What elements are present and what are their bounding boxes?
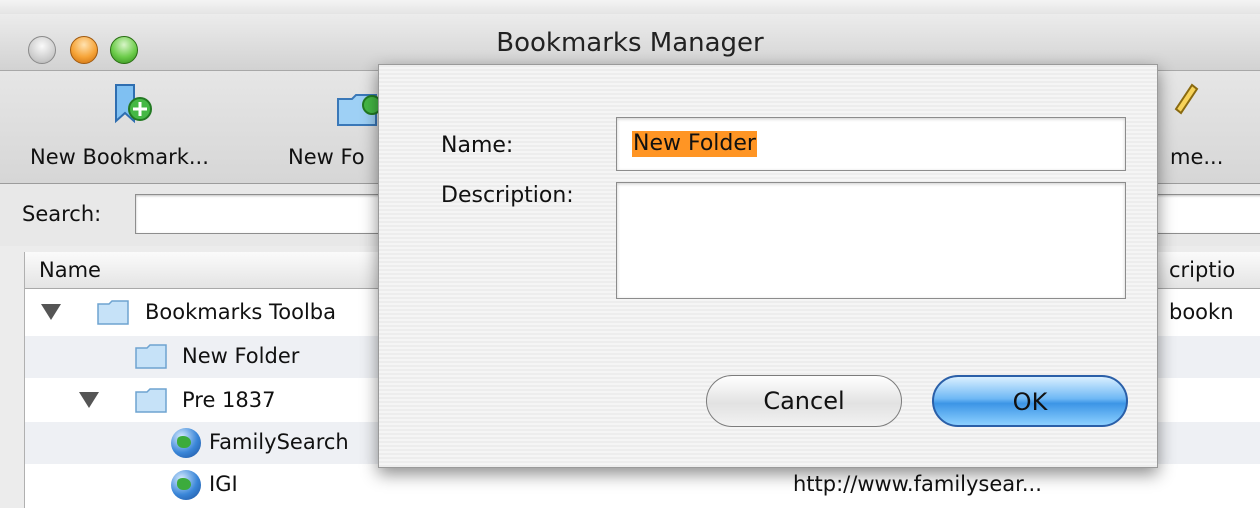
folder-icon bbox=[135, 388, 167, 413]
globe-icon bbox=[171, 470, 201, 500]
globe-icon bbox=[171, 428, 201, 458]
row-description: bookn bbox=[1169, 300, 1234, 324]
new-folder-sheet: Name: New Folder Description: Cancel OK bbox=[378, 64, 1158, 468]
row-name: New Folder bbox=[182, 344, 300, 368]
name-field-selected-text: New Folder bbox=[632, 131, 757, 157]
column-header-description[interactable]: criptio bbox=[1169, 258, 1235, 282]
pencil-icon bbox=[1174, 83, 1199, 115]
column-header-name[interactable]: Name bbox=[39, 258, 101, 282]
name-field[interactable]: New Folder bbox=[616, 117, 1126, 171]
new-bookmark-button[interactable]: New Bookmark... bbox=[20, 71, 250, 183]
new-folder-button[interactable]: New Fo bbox=[280, 71, 380, 183]
row-name: IGI bbox=[209, 472, 238, 496]
folder-add-icon bbox=[337, 94, 380, 126]
window-top-strip bbox=[0, 0, 1260, 14]
name-label: Name: bbox=[441, 133, 514, 158]
new-bookmark-label: New Bookmark... bbox=[30, 145, 209, 169]
rename-label: me... bbox=[1170, 145, 1224, 169]
window-title: Bookmarks Manager bbox=[496, 28, 764, 58]
row-name: FamilySearch bbox=[209, 430, 349, 454]
cancel-button[interactable]: Cancel bbox=[706, 375, 902, 427]
row-name: Bookmarks Toolba bbox=[145, 300, 336, 324]
description-label: Description: bbox=[441, 183, 574, 208]
new-folder-label: New Fo bbox=[288, 145, 365, 169]
search-label: Search: bbox=[22, 202, 102, 226]
disclosure-triangle-icon[interactable] bbox=[41, 304, 61, 320]
bookmarks-manager-window: Bookmarks Manager New Bookmark... New Fo… bbox=[0, 0, 1260, 508]
bookmark-add-icon bbox=[115, 84, 152, 124]
description-field[interactable] bbox=[616, 182, 1126, 299]
table-row[interactable]: IGI http://www.familysear... bbox=[25, 464, 1260, 506]
row-name: Pre 1837 bbox=[182, 388, 276, 412]
title-bar: Bookmarks Manager bbox=[0, 14, 1260, 71]
folder-icon bbox=[135, 344, 167, 369]
row-location: http://www.familysear... bbox=[793, 472, 1042, 496]
rename-button[interactable]: me... bbox=[1160, 71, 1260, 183]
folder-icon bbox=[97, 300, 129, 325]
ok-button[interactable]: OK bbox=[932, 375, 1128, 427]
disclosure-triangle-icon[interactable] bbox=[79, 392, 99, 408]
